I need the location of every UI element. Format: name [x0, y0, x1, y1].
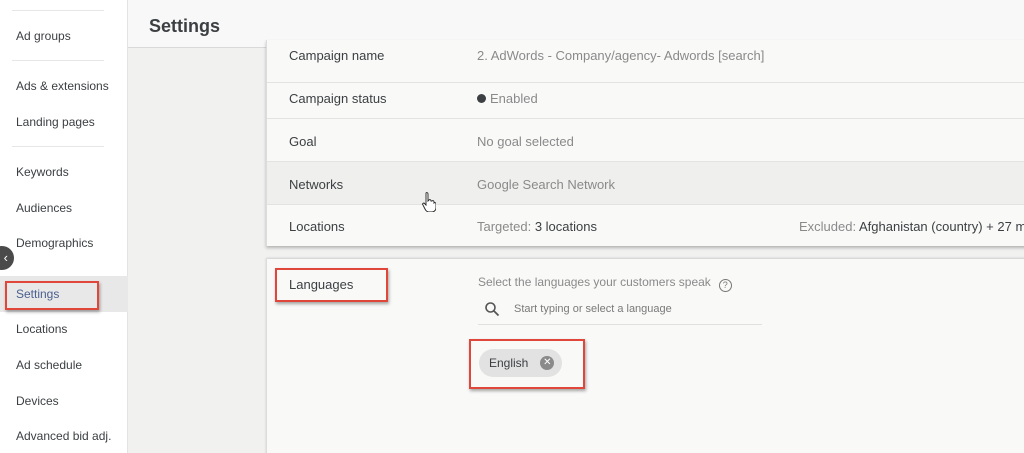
language-search[interactable]: [478, 295, 762, 325]
hand-pointer-icon: [422, 192, 436, 212]
sidebar-item-keywords[interactable]: Keywords: [16, 165, 69, 179]
setting-row-goal[interactable]: Goal No goal selected: [267, 119, 1024, 162]
setting-label: Locations: [289, 219, 345, 234]
sidebar-item-devices[interactable]: Devices: [16, 394, 59, 408]
sidebar-divider: [12, 146, 104, 147]
languages-help-text: Select the languages your customers spea…: [478, 275, 711, 289]
setting-value: Google Search Network: [477, 177, 616, 192]
sidebar-item-audiences[interactable]: Audiences: [16, 201, 72, 215]
sidebar-item-advanced-bid-adj[interactable]: Advanced bid adj.: [16, 429, 111, 443]
languages-help: Select the languages your customers spea…: [478, 275, 732, 292]
setting-label: Campaign name: [289, 48, 385, 63]
setting-value: No goal selected: [477, 134, 574, 149]
page-title: Settings: [149, 16, 221, 36]
search-icon: [485, 302, 500, 317]
highlight-english-chip: [469, 339, 585, 389]
setting-label: Campaign status: [289, 91, 387, 106]
sidebar-item-demographics[interactable]: Demographics: [16, 236, 93, 250]
setting-row-networks[interactable]: Networks Google Search Network: [267, 162, 1024, 205]
setting-row-locations[interactable]: Locations Targeted: 3 locations Excluded…: [267, 205, 1024, 248]
highlight-settings: [5, 281, 99, 310]
sidebar-item-landing-pages[interactable]: Landing pages: [16, 115, 95, 129]
sidebar-divider: [12, 10, 104, 11]
excluded-value: Afghanistan (country) + 27 m: [859, 219, 1024, 234]
status-dot-icon: [477, 94, 486, 103]
sidebar-item-ad-schedule[interactable]: Ad schedule: [16, 358, 82, 372]
setting-label: Networks: [289, 177, 344, 192]
setting-row-campaign-status[interactable]: Campaign status Enabled: [267, 76, 1024, 119]
sidebar-divider: [12, 60, 104, 61]
campaign-settings-card: Campaign name 2. AdWords - Company/agenc…: [266, 40, 1024, 246]
help-circle-icon[interactable]: ?: [718, 279, 732, 292]
targeted-value: 3 locations: [534, 219, 597, 234]
language-search-input[interactable]: [514, 301, 754, 317]
excluded-prefix: Excluded:: [799, 219, 857, 234]
setting-label: Goal: [289, 134, 317, 149]
highlight-languages: [275, 268, 388, 302]
sidebar-nav: Ad groups Ads & extensions Landing pages…: [0, 0, 128, 453]
sidebar-item-locations[interactable]: Locations: [16, 322, 67, 336]
sidebar-item-ads-extensions[interactable]: Ads & extensions: [16, 79, 109, 93]
setting-value: 2. AdWords - Company/agency- Adwords [se…: [477, 48, 765, 63]
status-text: Enabled: [490, 91, 538, 106]
setting-value-targeted: Targeted: 3 locations: [477, 219, 597, 234]
targeted-prefix: Targeted:: [477, 219, 532, 234]
setting-value-excluded: Excluded: Afghanistan (country) + 27 m: [799, 219, 1024, 234]
sidebar-item-ad-groups[interactable]: Ad groups: [16, 29, 71, 43]
setting-value-status: Enabled: [477, 91, 538, 106]
